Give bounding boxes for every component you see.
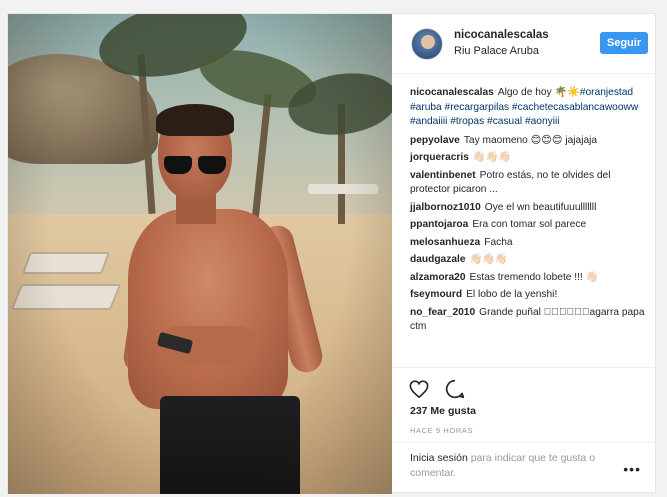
comment-username[interactable]: daudgazale	[410, 254, 465, 265]
comment-username[interactable]: alzamora20	[410, 272, 466, 283]
caption-username[interactable]: nicocanalescalas	[410, 87, 494, 98]
comment: no_fear_2010 Grande puñal ⃞⃞⃞⃞⃞⃞agarra pa…	[410, 306, 650, 335]
comment: valentinbenet Potro estás, no te olvides …	[410, 169, 650, 198]
comments-list: nicocanalescalas Algo de hoy 🌴☀️#oranjest…	[410, 86, 650, 338]
username-link[interactable]: nicocanalescalas	[454, 29, 549, 41]
comment-text: Estas tremendo lobete !!! 👋🏻	[469, 271, 599, 283]
avatar[interactable]	[411, 28, 443, 60]
photo-vignette	[8, 14, 392, 494]
caption: nicocanalescalas Algo de hoy 🌴☀️#oranjest…	[410, 86, 650, 130]
comment-username[interactable]: valentinbenet	[410, 170, 476, 181]
heart-icon[interactable]	[408, 378, 430, 400]
like-count[interactable]: 237 Me gusta	[410, 405, 476, 417]
login-prompt-text: Inicia sesión para indicar que te gusta …	[410, 451, 620, 481]
comment: fseymourd El lobo de la yenshi!	[410, 288, 650, 303]
post-actions: 237 Me gusta HACE 9 HORAS	[392, 367, 657, 435]
comment-icon[interactable]	[444, 378, 466, 400]
comment-username[interactable]: jjalbornoz1010	[410, 202, 481, 213]
comment-username[interactable]: fseymourd	[410, 289, 462, 300]
comment: alzamora20 Estas tremendo lobete !!! 👋🏻	[410, 271, 650, 286]
caption-text: Algo de hoy 🌴☀️	[497, 87, 580, 98]
comment-username[interactable]: melosanhueza	[410, 237, 480, 248]
comment: ppantojaroa Era con tomar sol parece	[410, 218, 650, 233]
comment-text: Facha	[484, 236, 513, 248]
comment: jorqueracris 👋🏻👋🏻👋🏻	[410, 151, 650, 166]
comment: daudgazale 👋🏻👋🏻👋🏻	[410, 253, 650, 268]
post-timestamp: HACE 9 HORAS	[410, 426, 474, 435]
follow-button[interactable]: Seguir	[600, 32, 648, 54]
more-options-icon[interactable]: •••	[623, 461, 641, 477]
post-side-panel: nicocanalescalas Riu Palace Aruba Seguir…	[392, 14, 657, 494]
comment-username[interactable]: ppantojaroa	[410, 219, 468, 230]
comment-username[interactable]: no_fear_2010	[410, 307, 475, 318]
post-photo[interactable]	[8, 14, 392, 494]
comment-text: Oye el wn beautifuuulllllll	[484, 201, 597, 213]
post-header: nicocanalescalas Riu Palace Aruba Seguir	[392, 14, 657, 74]
login-link[interactable]: Inicia sesión	[410, 452, 468, 464]
comment: jjalbornoz1010 Oye el wn beautifuuullllll…	[410, 201, 650, 216]
instagram-post: nicocanalescalas Riu Palace Aruba Seguir…	[7, 13, 657, 494]
location-link[interactable]: Riu Palace Aruba	[454, 45, 539, 57]
comment: pepyolave Tay maomeno 😊😊😊 jajajaja	[410, 134, 650, 149]
login-prompt: Inicia sesión para indicar que te gusta …	[392, 442, 657, 494]
comment-text: Era con tomar sol parece	[472, 219, 587, 230]
comment-text: El lobo de la yenshi!	[466, 289, 558, 300]
comment: melosanhueza Facha	[410, 236, 650, 251]
comment-username[interactable]: jorqueracris	[410, 152, 469, 163]
comment-text: 👋🏻👋🏻👋🏻	[469, 254, 508, 265]
comment-username[interactable]: pepyolave	[410, 135, 460, 146]
comment-text: 👋🏻👋🏻👋🏻	[472, 152, 511, 163]
action-icons	[408, 378, 466, 400]
comment-text: Tay maomeno 😊😊😊 jajajaja	[463, 134, 598, 146]
